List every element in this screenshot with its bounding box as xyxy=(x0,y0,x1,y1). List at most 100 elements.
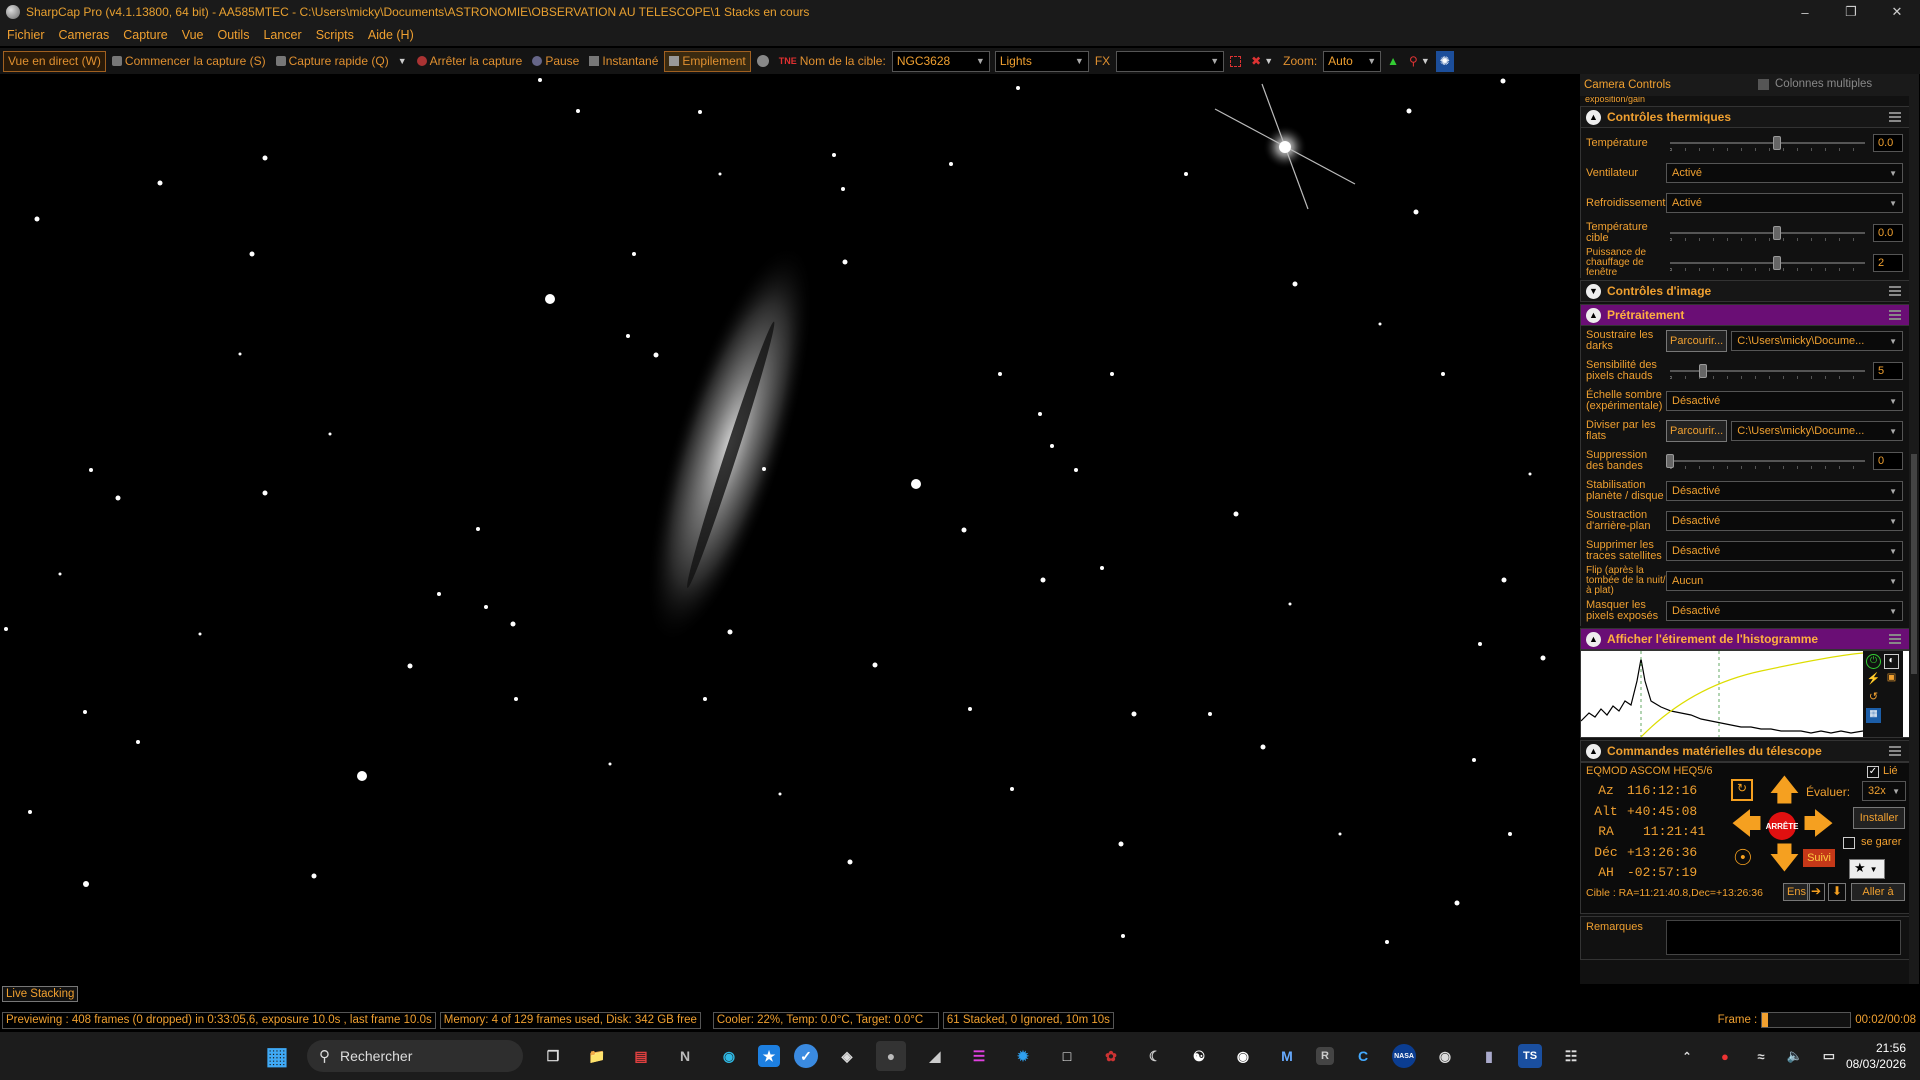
darks-path-select[interactable]: C:\Users\micky\Docume... ▼ xyxy=(1731,331,1903,351)
telescope-header[interactable]: ▲ Commandes matérielles du télescope xyxy=(1580,740,1910,762)
menu-vue[interactable]: Vue xyxy=(175,28,211,42)
temperature-value[interactable]: 0.0 xyxy=(1873,134,1903,152)
background-select[interactable]: Désactivé ▼ xyxy=(1666,511,1903,531)
notes-textarea[interactable] xyxy=(1666,920,1901,955)
goto-button[interactable]: Aller à xyxy=(1851,883,1905,901)
notepad-app-icon[interactable]: N xyxy=(670,1041,700,1071)
arrow-right-icon[interactable]: ➔ xyxy=(1807,883,1825,901)
app-icon-6[interactable]: ☰ xyxy=(964,1041,994,1071)
ens-button[interactable]: Ens xyxy=(1783,883,1810,901)
hamburger-icon[interactable] xyxy=(1889,634,1901,644)
app-icon-5[interactable]: ◢ xyxy=(920,1041,950,1071)
stacking-button[interactable]: Empilement xyxy=(664,50,751,72)
pause-button[interactable]: Pause xyxy=(528,51,583,72)
rate-select[interactable]: 32x ▼ xyxy=(1862,781,1906,801)
target-name-combo[interactable]: NGC3628 ▼ xyxy=(891,50,990,72)
reset-icon[interactable]: ↺ xyxy=(1866,690,1881,705)
app-icon-18[interactable]: ☷ xyxy=(1556,1041,1586,1071)
lightning-icon[interactable]: ⚡ xyxy=(1866,672,1881,687)
app-icon-4[interactable]: ◈ xyxy=(832,1041,862,1071)
panel-scrollbar[interactable] xyxy=(1909,74,1919,984)
app-icon-9[interactable]: ✿ xyxy=(1096,1041,1126,1071)
menu-outils[interactable]: Outils xyxy=(211,28,257,42)
mask-select[interactable]: Désactivé ▼ xyxy=(1666,601,1903,621)
menu-cameras[interactable]: Cameras xyxy=(52,28,117,42)
hamburger-icon[interactable] xyxy=(1889,746,1901,756)
dark-scale-select[interactable]: Désactivé ▼ xyxy=(1666,391,1903,411)
scrollbar-thumb[interactable] xyxy=(1911,454,1917,674)
banding-slider[interactable] xyxy=(1666,451,1869,471)
app-icon-8[interactable]: □ xyxy=(1052,1041,1082,1071)
zoom-combo[interactable]: Auto ▼ xyxy=(1323,50,1382,72)
wifi-icon[interactable]: ≈ xyxy=(1746,1041,1776,1071)
focus-button[interactable]: ⚲ ▼ xyxy=(1405,51,1434,72)
volume-icon[interactable]: 🔈 xyxy=(1780,1041,1810,1071)
image-viewport[interactable] xyxy=(0,74,1575,958)
heater-value[interactable]: 2 xyxy=(1873,254,1903,272)
histogram-button[interactable]: ▲ xyxy=(1383,51,1403,72)
app-icon-15[interactable]: C xyxy=(1348,1041,1378,1071)
power-icon[interactable]: ⏻ xyxy=(1866,654,1881,669)
chevron-down-icon[interactable]: ▼ xyxy=(1264,56,1273,66)
histogram-panel[interactable]: ⏻ ◐ ⚡ ▣ ↺ ▦ xyxy=(1580,650,1910,738)
banding-value[interactable]: 0 xyxy=(1873,452,1903,470)
target-temp-value[interactable]: 0.0 xyxy=(1873,224,1903,242)
arrow-down-icon[interactable]: ⬇ xyxy=(1828,883,1846,901)
hamburger-icon[interactable] xyxy=(1889,286,1901,296)
start-capture-button[interactable]: Commencer la capture (S) xyxy=(108,51,270,72)
app-icon-17[interactable]: ▮ xyxy=(1474,1041,1504,1071)
app-icon-12[interactable]: ◉ xyxy=(1228,1041,1258,1071)
app-icon-10[interactable]: ☾ xyxy=(1140,1041,1170,1071)
park-checkbox[interactable] xyxy=(1843,837,1855,849)
stop-capture-button[interactable]: Arrêter la capture xyxy=(413,51,527,72)
flats-path-select[interactable]: C:\Users\micky\Docume... ▼ xyxy=(1731,421,1903,441)
minimize-icon[interactable]: – xyxy=(1782,0,1828,24)
live-stacking-tab[interactable]: Live Stacking xyxy=(2,986,79,1002)
linked-checkbox[interactable]: ✓ xyxy=(1867,766,1879,778)
stabilization-select[interactable]: Désactivé ▼ xyxy=(1666,481,1903,501)
flats-browse-button[interactable]: Parcourir... xyxy=(1666,420,1728,442)
arrow-right-icon[interactable]: 🡆 xyxy=(1803,810,1834,840)
chevron-up-icon[interactable]: ⌃ xyxy=(1672,1041,1702,1071)
preprocessing-header[interactable]: ▲ Prétraitement xyxy=(1580,304,1910,326)
quick-capture-button[interactable]: Capture rapide (Q) ▼ xyxy=(272,51,411,72)
frame-progress[interactable] xyxy=(1761,1012,1852,1028)
fan-select[interactable]: Activé ▼ xyxy=(1666,163,1903,183)
snapshot-button[interactable]: Instantané xyxy=(585,51,662,72)
histogram-plot[interactable] xyxy=(1581,651,1863,737)
install-button[interactable]: Installer xyxy=(1853,807,1905,829)
track-button[interactable]: Suivi xyxy=(1803,849,1835,867)
histogram-header[interactable]: ▲ Afficher l'étirement de l'histogramme xyxy=(1580,628,1910,650)
chevron-down-icon[interactable]: ▼ xyxy=(1421,56,1430,66)
hamburger-icon[interactable] xyxy=(1889,112,1901,122)
chevron-down-icon[interactable]: ▼ xyxy=(398,56,407,66)
app-icon-16[interactable]: ◉ xyxy=(1430,1041,1460,1071)
multi-columns-checkbox[interactable] xyxy=(1758,79,1769,90)
file-explorer-icon[interactable]: 📁 xyxy=(582,1041,612,1071)
taskbar-search[interactable]: ⚲ Rechercher xyxy=(307,1040,523,1072)
sharpcap-taskbar-icon[interactable]: ● xyxy=(876,1041,906,1071)
record-toggle[interactable] xyxy=(753,51,773,72)
menu-aide[interactable]: Aide (H) xyxy=(361,28,421,42)
thermal-controls-header[interactable]: ▲ Contrôles thermiques xyxy=(1580,106,1910,128)
hot-pixel-value[interactable]: 5 xyxy=(1873,362,1903,380)
lock-icon[interactable]: ▣ xyxy=(1884,672,1899,687)
edge-icon[interactable]: ◉ xyxy=(714,1041,744,1071)
satellite-select[interactable]: Désactivé ▼ xyxy=(1666,541,1903,561)
fx-combo[interactable]: ▼ xyxy=(1116,50,1225,72)
app-icon-13[interactable]: M xyxy=(1272,1041,1302,1071)
temperature-slider[interactable] xyxy=(1666,133,1869,153)
app-icon-1[interactable]: ▤ xyxy=(626,1041,656,1071)
save-icon[interactable]: ▦ xyxy=(1866,708,1881,723)
target-temp-slider[interactable] xyxy=(1666,223,1869,243)
menu-capture[interactable]: Capture xyxy=(116,28,174,42)
hamburger-icon[interactable] xyxy=(1889,310,1901,320)
roi-button[interactable] xyxy=(1226,51,1245,72)
ts-app-icon[interactable]: TS xyxy=(1518,1044,1542,1068)
arrow-up-icon[interactable]: 🡅 xyxy=(1769,776,1800,806)
menu-lancer[interactable]: Lancer xyxy=(256,28,308,42)
park-position-icon[interactable]: ↻ xyxy=(1731,779,1753,801)
nasa-icon[interactable]: NASA xyxy=(1392,1044,1416,1068)
frame-type-combo[interactable]: Lights ▼ xyxy=(994,50,1089,72)
restore-icon[interactable]: ❐ xyxy=(1828,0,1874,24)
